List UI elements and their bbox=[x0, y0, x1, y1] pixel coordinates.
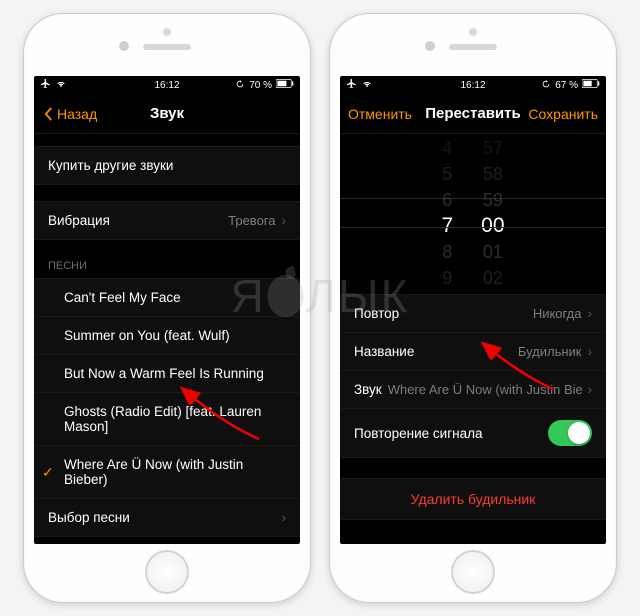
minute-column[interactable]: 57 58 59 00 01 02 bbox=[467, 138, 518, 288]
status-bar: 16:12 67 % bbox=[340, 76, 606, 94]
songs-header: ПЕСНИ bbox=[34, 256, 300, 278]
home-button[interactable] bbox=[145, 550, 189, 594]
orientation-lock-icon bbox=[235, 79, 245, 92]
song-row[interactable]: Ghosts (Radio Edit) [feat. Lauren Mason] bbox=[34, 393, 300, 446]
vibration-row[interactable]: Вибрация Тревога › bbox=[34, 201, 300, 240]
battery-percent: 70 % bbox=[249, 80, 272, 91]
song-row[interactable]: Summer on You (feat. Wulf) bbox=[34, 317, 300, 355]
status-bar: 16:12 70 % bbox=[34, 76, 300, 94]
name-row[interactable]: Название Будильник › bbox=[340, 333, 606, 371]
navbar: Назад Звук bbox=[34, 94, 300, 134]
delete-alarm-button[interactable]: Удалить будильник bbox=[340, 478, 606, 520]
orientation-lock-icon bbox=[541, 79, 551, 92]
chevron-right-icon: › bbox=[588, 382, 593, 397]
check-icon: ✓ bbox=[42, 464, 54, 481]
repeat-row[interactable]: Повтор Никогда › bbox=[340, 294, 606, 333]
save-button[interactable]: Сохранить bbox=[528, 94, 598, 133]
cancel-button[interactable]: Отменить bbox=[348, 94, 412, 133]
song-row-selected[interactable]: ✓ Where Are Ü Now (with Justin Bieber) bbox=[34, 446, 300, 499]
phone-right: 16:12 67 % Отменить Переставить Сохранит… bbox=[329, 13, 617, 603]
chevron-right-icon: › bbox=[282, 510, 287, 525]
page-title: Звук bbox=[150, 105, 184, 122]
airplane-icon bbox=[40, 78, 51, 92]
navbar: Отменить Переставить Сохранить bbox=[340, 94, 606, 134]
hour-column[interactable]: 4 5 6 7 8 9 bbox=[427, 138, 467, 288]
back-button[interactable]: Назад bbox=[42, 94, 97, 133]
airplane-icon bbox=[346, 78, 357, 92]
phone-left: 16:12 70 % Назад Звук Купить другие bbox=[23, 13, 311, 603]
battery-icon bbox=[582, 79, 600, 91]
song-row[interactable]: But Now a Warm Feel Is Running bbox=[34, 355, 300, 393]
song-row[interactable]: Can't Feel My Face bbox=[34, 278, 300, 317]
chevron-right-icon: › bbox=[588, 344, 593, 359]
sound-row[interactable]: Звук Where Are Ü Now (with Justin Bieb… … bbox=[340, 371, 606, 409]
home-button[interactable] bbox=[451, 550, 495, 594]
snooze-row: Повторение сигнала bbox=[340, 409, 606, 458]
time-picker[interactable]: 4 5 6 7 8 9 57 58 59 00 01 02 bbox=[340, 138, 606, 288]
chevron-right-icon: › bbox=[282, 213, 287, 228]
screen-alarm-edit: 16:12 67 % Отменить Переставить Сохранит… bbox=[340, 76, 606, 544]
snooze-toggle[interactable] bbox=[548, 420, 592, 446]
buy-sounds-row[interactable]: Купить другие звуки bbox=[34, 146, 300, 185]
wifi-icon bbox=[55, 79, 67, 92]
screen-sound: 16:12 70 % Назад Звук Купить другие bbox=[34, 76, 300, 544]
status-time: 16:12 bbox=[154, 80, 179, 91]
battery-icon bbox=[276, 79, 294, 91]
battery-percent: 67 % bbox=[555, 80, 578, 91]
chevron-right-icon: › bbox=[588, 306, 593, 321]
status-time: 16:12 bbox=[460, 80, 485, 91]
pick-song-row[interactable]: Выбор песни › bbox=[34, 499, 300, 537]
page-title: Переставить bbox=[425, 105, 520, 122]
wifi-icon bbox=[361, 79, 373, 92]
